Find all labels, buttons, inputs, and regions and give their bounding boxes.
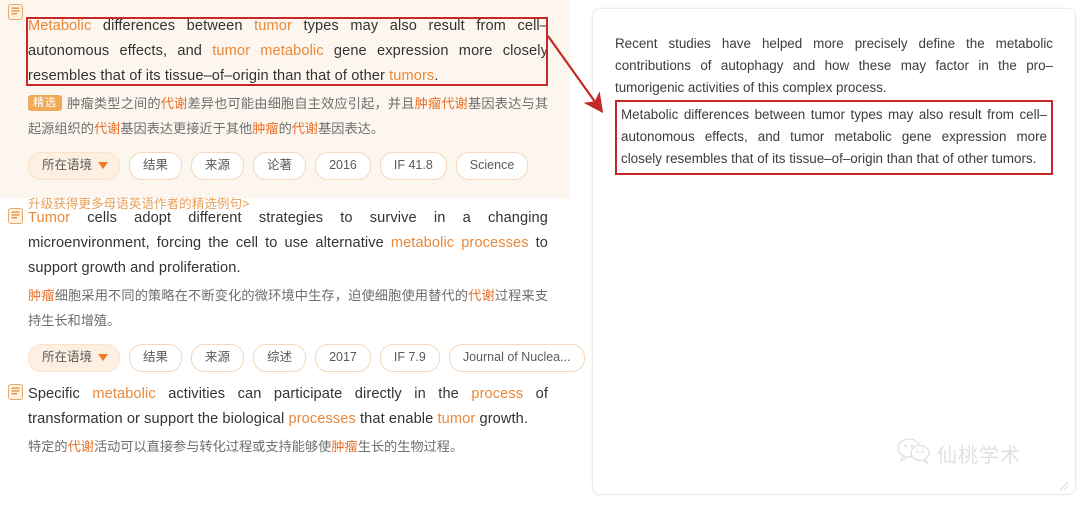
- tag-pill-year[interactable]: 2016: [315, 152, 371, 180]
- tag-pill[interactable]: 论著: [253, 152, 307, 180]
- sentence-translation-3: 特定的代谢活动可以直接参与转化过程或支持能够使肿瘤生长的生物过程。: [28, 439, 464, 454]
- context-filter-dropdown-1[interactable]: 所在语境: [28, 152, 121, 180]
- document-icon: [8, 4, 23, 20]
- sentence-entry-1[interactable]: Metabolic differences between tumor type…: [0, 0, 570, 211]
- tag-row-1: 所在语境 结果 来源 论著 2016 IF 41.8 Science: [28, 152, 548, 180]
- context-filter-label-1: 所在语境: [42, 158, 93, 172]
- sentence-text-1: Metabolic differences between tumor type…: [28, 18, 548, 84]
- sentence-text-2: Tumor cells adopt different strategies t…: [28, 210, 548, 276]
- tag-pill[interactable]: 结果: [129, 152, 183, 180]
- watermark: 仙桃学术: [897, 438, 1021, 469]
- document-icon: [8, 384, 23, 400]
- tag-pill-impact-factor[interactable]: IF 41.8: [379, 152, 447, 180]
- source-document-body: Recent studies have helped more precisel…: [593, 9, 1075, 175]
- resize-grip-icon[interactable]: [1059, 478, 1069, 491]
- sentence-entry-2[interactable]: Tumor cells adopt different strategies t…: [0, 198, 585, 372]
- source-document-panel: Recent studies have helped more precisel…: [592, 8, 1076, 495]
- watermark-text: 仙桃学术: [937, 445, 1021, 467]
- wechat-icon: [897, 438, 931, 469]
- annotation-highlight-box-right: Metabolic differences between tumor type…: [615, 100, 1053, 175]
- featured-badge: 精选: [28, 95, 62, 111]
- sentence-entry-3[interactable]: Specific metabolic activities can partic…: [0, 348, 570, 459]
- sentence-text-3: Specific metabolic activities can partic…: [28, 386, 549, 427]
- source-paragraph: Recent studies have helped more precisel…: [615, 36, 1053, 95]
- sentence-results-list: Metabolic differences between tumor type…: [0, 0, 585, 507]
- tag-pill[interactable]: 来源: [191, 152, 245, 180]
- chevron-down-icon: [98, 161, 109, 169]
- sentence-translation-1: 精选 肿瘤类型之间的代谢差异也可能由细胞自主效应引起，并且肿瘤代谢基因表达与其起源…: [28, 91, 548, 141]
- screenshot-root: Metabolic differences between tumor type…: [0, 0, 1080, 507]
- translation-text-1: 肿瘤类型之间的代谢差异也可能由细胞自主效应引起，并且肿瘤代谢基因表达与其起源组织…: [28, 96, 549, 136]
- tag-pill-journal[interactable]: Science: [455, 152, 529, 180]
- document-icon: [8, 208, 23, 224]
- sentence-translation-2: 肿瘤细胞采用不同的策略在不断变化的微环境中生存，迫使细胞使用替代的代谢过程来支持…: [28, 288, 549, 328]
- source-paragraph-highlighted: Metabolic differences between tumor type…: [621, 107, 1047, 166]
